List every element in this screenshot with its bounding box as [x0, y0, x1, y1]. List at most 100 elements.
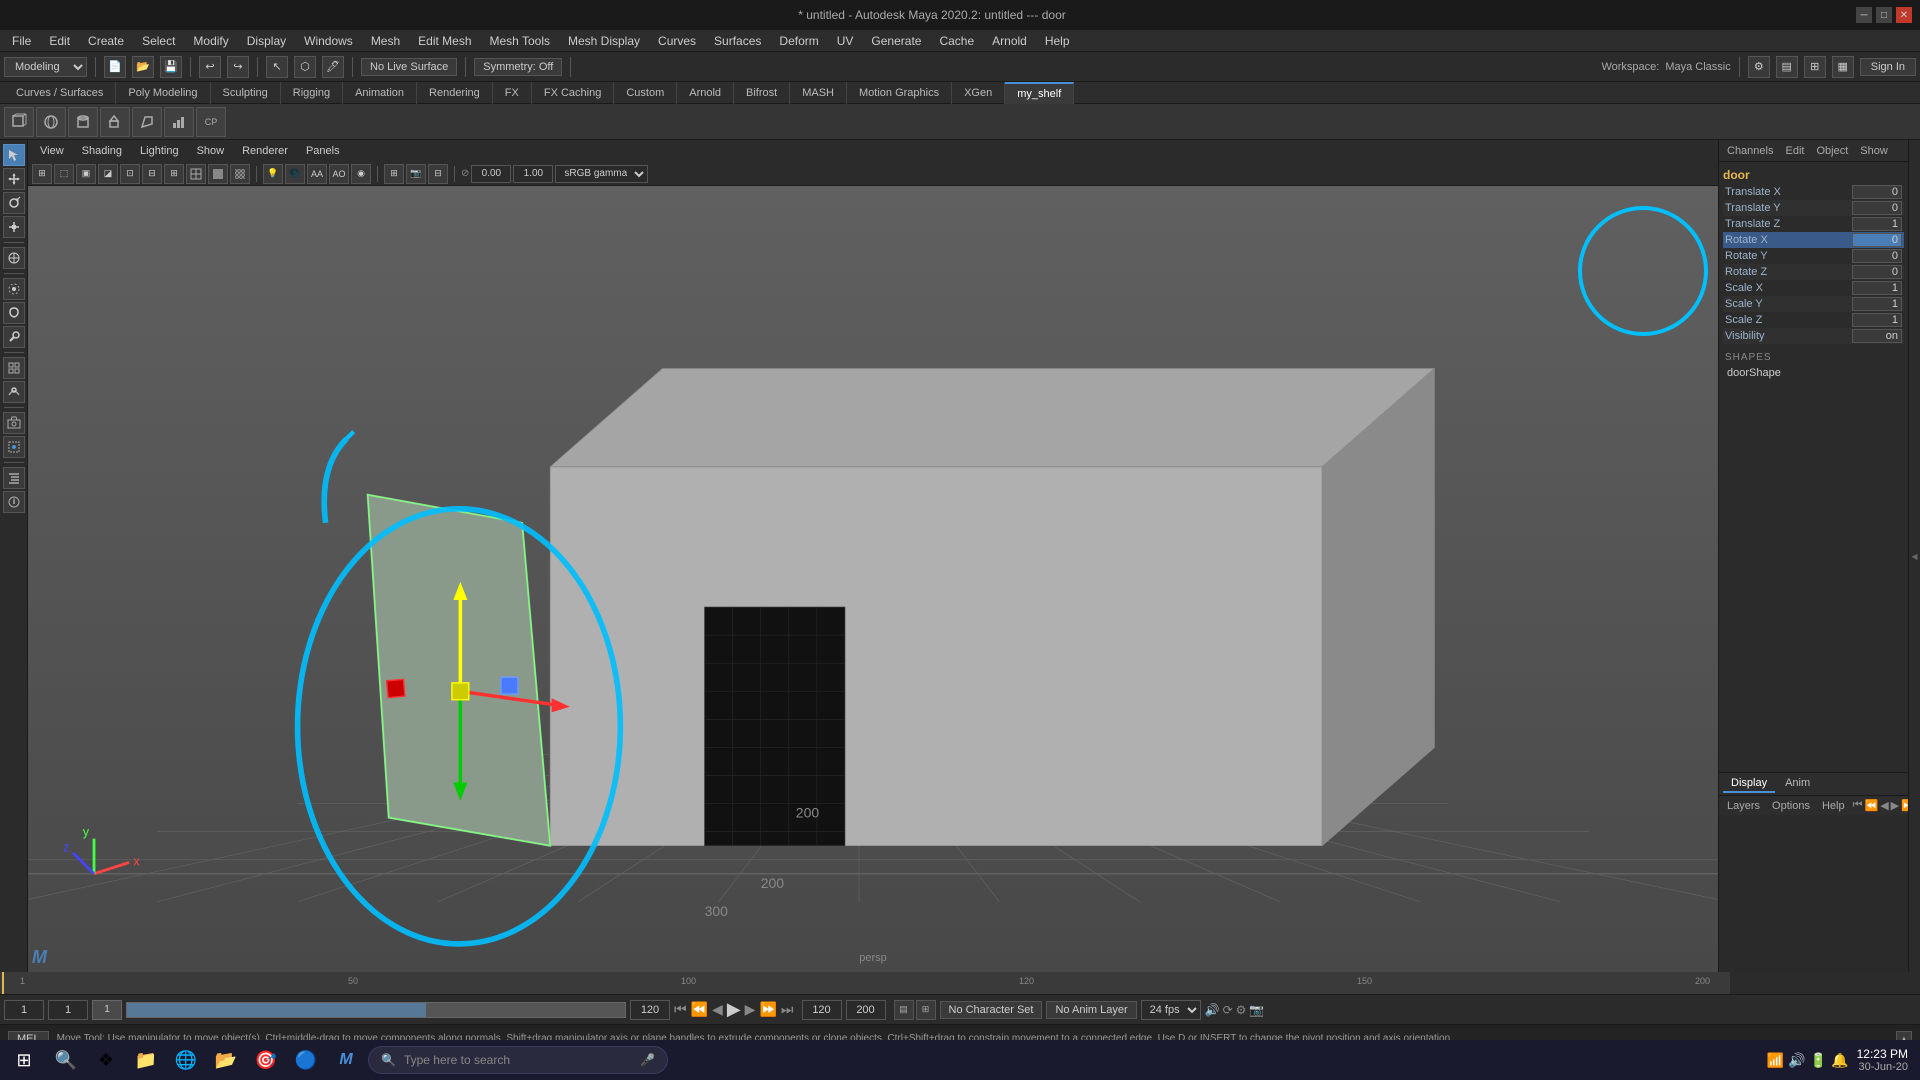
playback-prev-key[interactable]: ⏪: [691, 1001, 708, 1018]
vp-menu-view[interactable]: View: [32, 143, 72, 159]
menu-display[interactable]: Display: [239, 32, 294, 50]
shelf-icon-cylinder[interactable]: [68, 107, 98, 137]
timeline-track[interactable]: 1 50 100 120 150 200: [0, 972, 1730, 994]
shelf-tab-curves-surfaces[interactable]: Curves / Surfaces: [4, 82, 116, 104]
right-expand[interactable]: ◀: [1908, 140, 1920, 972]
menu-mesh[interactable]: Mesh: [363, 32, 408, 50]
anim-control-2[interactable]: ⊞: [916, 1000, 936, 1020]
no-character-set-button[interactable]: No Character Set: [940, 1001, 1043, 1019]
help-option[interactable]: Help: [1818, 800, 1849, 812]
gamma-select[interactable]: sRGB gamma Linear: [555, 165, 648, 183]
channel-value-ry[interactable]: 0: [1852, 249, 1902, 263]
shelf-icon-bevel[interactable]: [132, 107, 162, 137]
taskbar-folder-btn[interactable]: 📂: [208, 1042, 244, 1078]
shelf-tab-fx[interactable]: FX: [493, 82, 532, 104]
playback-rewind[interactable]: ⏮: [674, 1001, 687, 1018]
shelf-tab-rigging[interactable]: Rigging: [281, 82, 343, 104]
channel-value-rx[interactable]: 0: [1852, 233, 1902, 247]
icon-settings-2[interactable]: ▤: [1776, 56, 1798, 78]
layers-option[interactable]: Layers: [1723, 800, 1764, 812]
channel-rotate-y[interactable]: Rotate Y 0: [1723, 248, 1904, 264]
menu-cache[interactable]: Cache: [931, 32, 982, 50]
render-region[interactable]: [3, 436, 25, 458]
vt-btn-wireframe[interactable]: [186, 164, 206, 184]
icon-settings-4[interactable]: ▦: [1832, 56, 1854, 78]
menu-mesh-tools[interactable]: Mesh Tools: [482, 32, 558, 50]
current-frame-input[interactable]: [4, 1000, 44, 1020]
menu-generate[interactable]: Generate: [863, 32, 929, 50]
menu-edit[interactable]: Edit: [41, 32, 78, 50]
range-end-input[interactable]: [630, 1000, 670, 1020]
vt-btn-dof[interactable]: ◉: [351, 164, 371, 184]
vt-btn-7[interactable]: ⊞: [164, 164, 184, 184]
anim-control-1[interactable]: ▤: [894, 1000, 914, 1020]
next-frame-icon[interactable]: ▶: [1891, 799, 1899, 812]
vt-btn-solid[interactable]: [208, 164, 228, 184]
shelf-tab-fx-caching[interactable]: FX Caching: [532, 82, 614, 104]
tray-network-icon[interactable]: 📶: [1767, 1052, 1784, 1069]
vt-btn-ao[interactable]: AO: [329, 164, 349, 184]
range-start-input[interactable]: [48, 1000, 88, 1020]
shelf-tab-rendering[interactable]: Rendering: [417, 82, 493, 104]
shape-item[interactable]: doorShape: [1723, 365, 1904, 381]
paint-tool[interactable]: [3, 326, 25, 348]
tray-notif-icon[interactable]: 🔔: [1831, 1052, 1848, 1069]
no-anim-layer-button[interactable]: No Anim Layer: [1046, 1001, 1136, 1019]
menu-mesh-display[interactable]: Mesh Display: [560, 32, 648, 50]
vp-menu-panels[interactable]: Panels: [298, 143, 348, 159]
vt-btn-shadow[interactable]: 🌑: [285, 164, 305, 184]
icon-settings-1[interactable]: ⚙: [1748, 56, 1770, 78]
close-button[interactable]: ✕: [1896, 7, 1912, 23]
shelf-icon-sphere[interactable]: [36, 107, 66, 137]
menu-help[interactable]: Help: [1037, 32, 1078, 50]
channels-tab[interactable]: Channels: [1723, 145, 1777, 157]
prev-frame-icon[interactable]: ◀: [1880, 799, 1888, 812]
start-button[interactable]: ⊞: [4, 1042, 44, 1078]
soft-select-tool[interactable]: [3, 278, 25, 300]
tray-battery-icon[interactable]: 🔋: [1810, 1052, 1827, 1069]
show-tab[interactable]: Show: [1856, 145, 1892, 157]
range-slider[interactable]: [126, 1002, 626, 1018]
taskbar-file-explorer-btn[interactable]: 📁: [128, 1042, 164, 1078]
near-clip-input[interactable]: [471, 165, 511, 183]
channel-rotate-x[interactable]: Rotate X 0: [1723, 232, 1904, 248]
vp-menu-show[interactable]: Show: [189, 143, 233, 159]
channel-value-rz[interactable]: 0: [1852, 265, 1902, 279]
undo-button[interactable]: ↩: [199, 56, 221, 78]
no-live-surface-button[interactable]: No Live Surface: [361, 58, 457, 76]
symmetry-button[interactable]: Symmetry: Off: [474, 58, 562, 76]
rotate-tool[interactable]: [3, 192, 25, 214]
shelf-tab-animation[interactable]: Animation: [343, 82, 417, 104]
sync-icon[interactable]: ⟳: [1223, 1003, 1233, 1017]
menu-curves[interactable]: Curves: [650, 32, 704, 50]
vt-btn-6[interactable]: ⊟: [142, 164, 162, 184]
minimize-button[interactable]: ─: [1856, 7, 1872, 23]
rewind-icon[interactable]: ⏮: [1853, 799, 1863, 812]
menu-arnold[interactable]: Arnold: [984, 32, 1035, 50]
audio-icon[interactable]: 🔊: [1205, 1003, 1220, 1017]
vt-btn-2[interactable]: ⬚: [54, 164, 74, 184]
playback-next-key[interactable]: ⏩: [759, 1001, 776, 1018]
vt-btn-aa[interactable]: AA: [307, 164, 327, 184]
menu-surfaces[interactable]: Surfaces: [706, 32, 769, 50]
menu-modify[interactable]: Modify: [185, 32, 236, 50]
vp-menu-renderer[interactable]: Renderer: [234, 143, 296, 159]
vt-btn-1[interactable]: ⊞: [32, 164, 52, 184]
display-tab[interactable]: Display: [1723, 775, 1775, 793]
shelf-tab-xgen[interactable]: XGen: [952, 82, 1005, 104]
playback-play[interactable]: ▶: [727, 999, 741, 1020]
icon-settings-3[interactable]: ⊞: [1804, 56, 1826, 78]
channel-scale-z[interactable]: Scale Z 1: [1723, 312, 1904, 328]
taskbar-search-btn[interactable]: 🔍: [48, 1042, 84, 1078]
world-end-input[interactable]: [846, 1000, 886, 1020]
camera-icon-2[interactable]: 📷: [1249, 1003, 1264, 1017]
vp-menu-shading[interactable]: Shading: [74, 143, 130, 159]
channel-value-ty[interactable]: 0: [1852, 201, 1902, 215]
taskbar-maya-btn[interactable]: M: [328, 1042, 364, 1078]
menu-uv[interactable]: UV: [829, 32, 862, 50]
taskbar-task-view-btn[interactable]: ❖: [88, 1042, 124, 1078]
channel-rotate-z[interactable]: Rotate Z 0: [1723, 264, 1904, 280]
frame-indicator[interactable]: 1: [92, 1000, 122, 1020]
tray-volume-icon[interactable]: 🔊: [1788, 1052, 1805, 1069]
redo-button[interactable]: ↪: [227, 56, 249, 78]
